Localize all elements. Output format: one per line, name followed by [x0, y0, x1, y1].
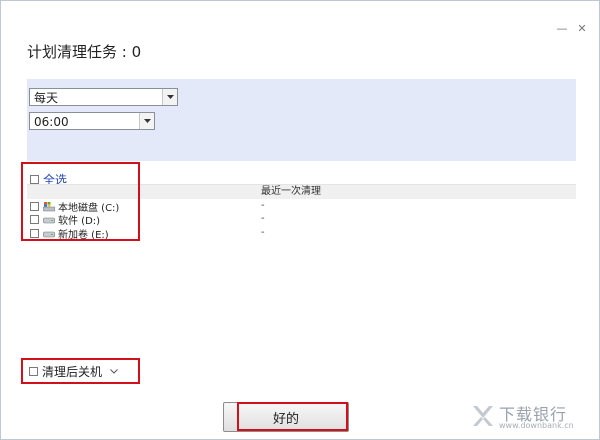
drive-last-cleaned: - — [261, 213, 265, 224]
chevron-down-icon — [139, 113, 154, 129]
watermark-logo-icon — [473, 406, 493, 426]
chevron-down-icon — [162, 89, 177, 105]
time-select[interactable]: 06:00 — [29, 112, 155, 130]
highlight-box-shutdown — [21, 358, 140, 384]
time-value: 06:00 — [34, 115, 69, 129]
highlight-box-drives — [21, 162, 140, 241]
dialog-window: — ✕ 计划清理任务 : 0 每天 06:00 全选 最近一次清理 本地磁盘 (… — [0, 0, 600, 440]
window-controls: — ✕ — [555, 21, 589, 35]
drive-last-cleaned: - — [261, 227, 265, 238]
frequency-select[interactable]: 每天 — [29, 88, 178, 106]
close-button[interactable]: ✕ — [575, 21, 589, 35]
frequency-value: 每天 — [34, 91, 59, 105]
watermark: 下载银行 www.downbank.cn — [471, 401, 591, 435]
drive-last-cleaned: - — [261, 200, 265, 211]
watermark-url: www.downbank.cn — [499, 421, 574, 430]
highlight-box-ok — [237, 402, 348, 431]
minimize-button[interactable]: — — [555, 21, 569, 35]
page-title: 计划清理任务 : 0 — [27, 43, 142, 61]
column-last-cleaned: 最近一次清理 — [261, 186, 321, 197]
